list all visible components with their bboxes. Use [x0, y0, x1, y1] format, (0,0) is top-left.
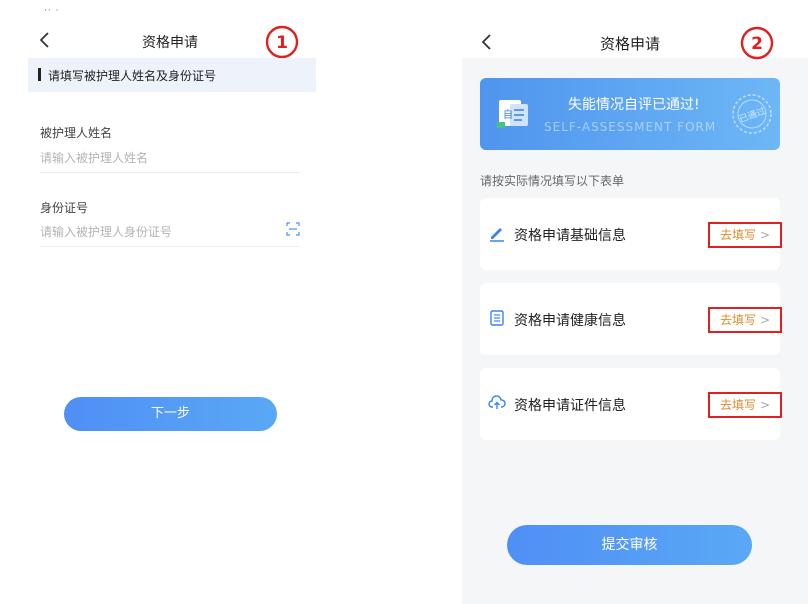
fill-in-link[interactable]: 去填写 > — [708, 307, 782, 333]
fill-in-text: 去填写 — [720, 398, 757, 412]
page-title: 资格申请 — [142, 35, 198, 51]
banner-subtitle: SELF-ASSESSMENT FORM — [544, 120, 717, 134]
back-arrow-icon[interactable] — [478, 30, 498, 54]
hint-accent-bar — [38, 68, 41, 81]
chevron-right-icon: > — [760, 313, 771, 327]
submit-review-button[interactable]: 提交审核 — [507, 525, 752, 565]
back-arrow-icon[interactable] — [36, 28, 56, 52]
svg-text:1: 1 — [276, 33, 288, 53]
form-icon-char: 自 — [503, 108, 513, 121]
screen-application-forms: 资格申请 2 自 失能情况自评已通过! SELF-ASSESSMENT FORM… — [462, 0, 808, 604]
card-label: 资格申请健康信息 — [514, 313, 626, 329]
step-two-badge: 2 — [740, 26, 774, 60]
approved-stamp-icon: 已通过 — [732, 94, 772, 134]
card-label: 资格申请证件信息 — [514, 398, 626, 414]
divider — [40, 172, 300, 173]
banner-title: 失能情况自评已通过! — [568, 97, 700, 113]
card-label: 资格申请基础信息 — [514, 228, 626, 244]
screen-name-id-entry: ·· · 资格申请 1 请填写被护理人姓名及身份证号 被护理人姓名 请输入被护理… — [0, 0, 320, 604]
card-document-info[interactable]: 资格申请证件信息 去填写 > — [480, 368, 782, 440]
status-bar-text: ·· · — [44, 6, 60, 16]
name-input[interactable]: 请输入被护理人姓名 — [40, 149, 300, 166]
hint-text: 请填写被护理人姓名及身份证号 — [48, 69, 217, 83]
step-one-badge: 1 — [265, 25, 299, 59]
card-basic-info[interactable]: 资格申请基础信息 去填写 > — [480, 198, 782, 270]
next-step-button[interactable]: 下一步 — [64, 397, 277, 431]
page-title: 资格申请 — [599, 35, 660, 53]
form-document-icon: 自 — [497, 100, 528, 128]
fill-in-text: 去填写 — [720, 228, 757, 242]
scan-icon[interactable] — [286, 222, 300, 236]
id-number-input[interactable]: 请输入被护理人身份证号 — [40, 223, 270, 240]
chevron-right-icon: > — [760, 398, 771, 412]
cloud-upload-icon — [488, 395, 506, 409]
svg-text:2: 2 — [751, 34, 763, 54]
fill-in-link[interactable]: 去填写 > — [708, 392, 782, 418]
hint-banner: 请填写被护理人姓名及身份证号 — [28, 58, 316, 92]
name-field-label: 被护理人姓名 — [40, 126, 113, 140]
fill-in-link[interactable]: 去填写 > — [708, 222, 782, 248]
document-icon — [490, 310, 504, 326]
stamp-text: 已通过 — [738, 105, 767, 126]
chevron-right-icon: > — [760, 228, 771, 242]
pen-icon — [490, 228, 504, 242]
id-field-label: 身份证号 — [40, 201, 89, 215]
self-assessment-banner: 自 失能情况自评已通过! SELF-ASSESSMENT FORM 已通过 — [480, 78, 780, 150]
divider — [40, 246, 300, 247]
instruction-text: 请按实际情况填写以下表单 — [480, 174, 625, 188]
fill-in-text: 去填写 — [720, 313, 757, 327]
card-health-info[interactable]: 资格申请健康信息 去填写 > — [480, 283, 782, 355]
